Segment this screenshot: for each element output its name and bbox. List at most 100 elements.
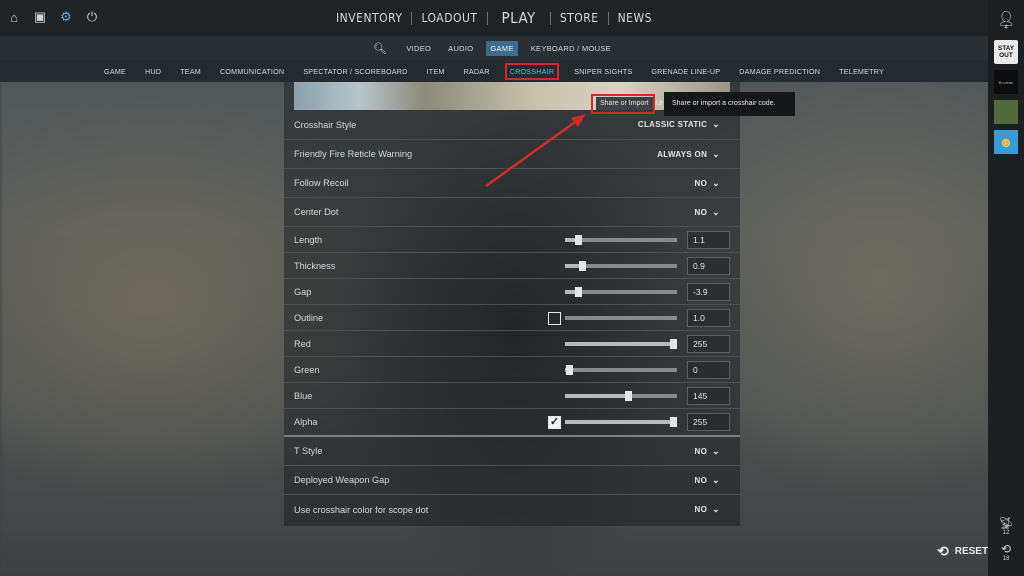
chevron-down-icon: ⌄ [712, 177, 720, 188]
setting-label: Alpha [294, 417, 318, 427]
slider-handle[interactable] [575, 234, 583, 245]
slider-fill [565, 420, 673, 424]
tab-keyboard-mouse[interactable]: KEYBOARD / MOUSE [527, 41, 615, 56]
subtab-team[interactable]: TEAM [176, 64, 205, 79]
subtab-sniper-sights[interactable]: SNIPER SIGHTS [570, 64, 636, 79]
dropdown-value: NO [694, 505, 708, 514]
subtab-communication[interactable]: COMMUNICATION [216, 64, 288, 79]
slider-handle[interactable] [669, 338, 677, 349]
tab-audio[interactable]: AUDIO [444, 41, 477, 56]
outline-checkbox[interactable] [548, 311, 561, 325]
slider-handle[interactable] [575, 286, 583, 297]
friendly-fire-dropdown[interactable]: ALWAYS ON ⌄ [657, 149, 720, 160]
nav-loadout[interactable]: LOADOUT [412, 11, 486, 25]
tab-video[interactable]: VIDEO [402, 41, 435, 56]
red-input[interactable]: 255 [687, 334, 730, 353]
setting-label: Follow Recoil [294, 178, 349, 188]
reset-icon: ⟲ [937, 543, 949, 559]
friend-avatar[interactable] [994, 100, 1018, 124]
deployed-weapon-gap-dropdown[interactable]: NO ⌄ [695, 475, 720, 486]
outline-input[interactable]: 1.0 [687, 308, 730, 327]
outline-slider[interactable] [565, 315, 677, 320]
dropdown-value: NO [694, 178, 708, 188]
center-dot-dropdown[interactable]: NO ⌄ [695, 207, 720, 218]
dropdown-value: NO [694, 446, 708, 456]
subtab-damage-prediction[interactable]: DAMAGE PREDICTION [735, 64, 824, 79]
red-slider[interactable] [565, 338, 677, 349]
crosshair-style-dropdown[interactable]: CLASSIC STATIC ⌄ [638, 119, 720, 130]
gap-slider[interactable] [565, 286, 677, 297]
slider-fill [565, 393, 628, 398]
subtab-crosshair[interactable]: CROSSHAIR [504, 62, 560, 80]
main-nav: INVENTORY LOADOUT PLAY STORE NEWS [0, 0, 988, 36]
broadcast-icon: 📡︎ [998, 516, 1014, 530]
length-slider[interactable] [565, 234, 677, 245]
preview-button-partial[interactable]: Ur [656, 97, 663, 110]
boolean-avatar[interactable]: Boolean [994, 70, 1018, 94]
game-subtabs: GAME HUD TEAM COMMUNICATION SPECTATOR / … [0, 60, 988, 82]
friends-count[interactable]: 👤︎ 4 [994, 8, 1018, 32]
chevron-down-icon: ⌄ [712, 474, 720, 485]
blue-input[interactable]: 145 [687, 386, 730, 405]
setting-label: Gap [294, 286, 312, 297]
reset-button[interactable]: ⟲ RESET [937, 543, 988, 560]
row-deployed-weapon-gap: Deployed Weapon Gap NO ⌄ [284, 466, 740, 495]
subtab-radar[interactable]: RADAR [460, 64, 494, 79]
blue-slider[interactable] [565, 390, 677, 401]
tab-game[interactable]: GAME [486, 40, 518, 56]
nav-inventory[interactable]: INVENTORY [327, 11, 411, 25]
setting-label: T Style [294, 446, 323, 456]
row-t-style: T Style NO ⌄ [284, 437, 740, 466]
friends-sidebar: 👤︎ 4 STAY OUT Boolean ☻ 📡︎ 12 ⟲ 18 [988, 0, 1024, 576]
alpha-slider[interactable] [565, 417, 677, 427]
alpha-checkbox[interactable]: ✓ [548, 416, 561, 429]
dropdown-value: CLASSIC STATIC [637, 120, 708, 129]
slider-fill [565, 341, 673, 346]
row-thickness: Thickness 0.9 [284, 253, 740, 279]
subtab-grenade-line-up[interactable]: GRENADE LINE-UP [647, 64, 724, 79]
settings-tabs: 🔍︎ VIDEO AUDIO GAME KEYBOARD / MOUSE [0, 36, 988, 60]
scope-dot-color-dropdown[interactable]: NO ⌄ [695, 504, 720, 515]
thickness-slider[interactable] [565, 260, 677, 271]
row-follow-recoil: Follow Recoil NO ⌄ [284, 169, 740, 198]
chevron-down-icon: ⌄ [712, 504, 720, 514]
row-crosshair-style: Crosshair Style CLASSIC STATIC ⌄ [284, 110, 740, 140]
nav-store[interactable]: STORE [551, 11, 608, 25]
setting-label: Friendly Fire Reticle Warning [294, 149, 413, 159]
green-slider[interactable] [565, 364, 677, 375]
setting-label: Blue [294, 390, 313, 401]
broadcast-button[interactable]: 📡︎ 12 [994, 514, 1018, 538]
subtab-spectator-scoreboard[interactable]: SPECTATOR / SCOREBOARD [299, 64, 411, 79]
slider-handle[interactable] [624, 390, 632, 401]
friends-count-number: 4 [1004, 24, 1008, 31]
subtab-game[interactable]: GAME [100, 64, 130, 79]
subtab-hud[interactable]: HUD [141, 64, 165, 79]
alpha-input[interactable]: 255 [687, 413, 730, 431]
row-scope-dot-color: Use crosshair color for scope dot NO ⌄ [284, 495, 740, 524]
gap-input[interactable]: -3.9 [687, 282, 730, 301]
follow-recoil-dropdown[interactable]: NO ⌄ [695, 178, 720, 189]
character-avatar[interactable]: ☻ [994, 130, 1018, 154]
t-style-dropdown[interactable]: NO ⌄ [695, 446, 720, 457]
nav-play[interactable]: PLAY [488, 9, 550, 27]
subtab-item[interactable]: ITEM [423, 64, 449, 79]
subtab-telemetry[interactable]: TELEMETRY [835, 64, 888, 79]
slider-handle[interactable] [669, 417, 677, 427]
setting-label: Length [294, 234, 323, 245]
setting-label: Green [294, 364, 320, 375]
setting-label: Outline [294, 312, 324, 323]
row-length: Length 1.1 [284, 227, 740, 253]
chevron-down-icon: ⌄ [712, 148, 720, 159]
length-input[interactable]: 1.1 [687, 230, 730, 249]
row-friendly-fire: Friendly Fire Reticle Warning ALWAYS ON ⌄ [284, 140, 740, 169]
search-icon[interactable]: 🔍︎ [373, 42, 387, 55]
nav-news[interactable]: NEWS [609, 11, 661, 25]
chevron-down-icon: ⌄ [712, 445, 720, 456]
thickness-input[interactable]: 0.9 [687, 256, 730, 275]
slider-handle[interactable] [566, 364, 574, 375]
top-bar: ⌂ ▣ ⚙ ⏻ INVENTORY LOADOUT PLAY STORE NEW… [0, 0, 988, 36]
slider-handle[interactable] [578, 260, 586, 271]
history-button[interactable]: ⟲ 18 [994, 540, 1018, 564]
stay-out-avatar[interactable]: STAY OUT [994, 40, 1018, 64]
green-input[interactable]: 0 [687, 360, 730, 379]
